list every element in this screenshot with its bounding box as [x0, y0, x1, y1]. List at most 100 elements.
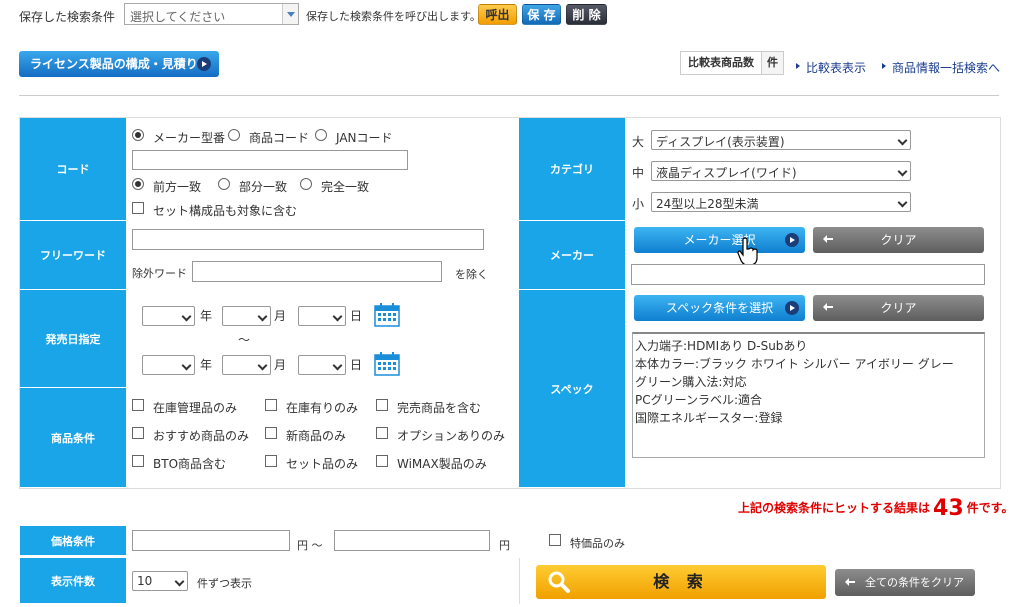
category-mid-select[interactable]: 液晶ディスプレイ(ワイド)	[651, 161, 911, 181]
display-count-suffix: 件ずつ表示	[197, 577, 252, 590]
spec-select-button[interactable]: スペック条件を選択	[634, 295, 805, 321]
code-label: コード	[20, 118, 126, 221]
exclude-word-label: 除外ワード	[132, 267, 187, 280]
price-max-input[interactable]	[334, 530, 490, 551]
call-button[interactable]: 呼出	[478, 4, 517, 25]
category-small-value: 24型以上28型未満	[656, 197, 759, 211]
date-range-tilde: ～	[238, 333, 251, 347]
category-large-select[interactable]: ディスプレイ(表示装置)	[651, 130, 911, 150]
spec-line: グリーン購入法:対応	[635, 375, 747, 389]
spec-conditions-textarea[interactable]: 入力端子:HDMIあり D-Subあり 本体カラー:ブラック ホワイト シルバー…	[632, 332, 985, 458]
radio-product-code-label: 商品コード	[249, 131, 310, 145]
price-unit-from: 円 ～	[297, 539, 323, 552]
condition-label: オプションありのみ	[397, 429, 506, 443]
calendar-icon[interactable]	[374, 303, 400, 327]
search-button[interactable]: 検 索	[536, 565, 826, 599]
category-small-select[interactable]: 24型以上28型未満	[651, 192, 911, 212]
condition-label: おすすめ商品のみ	[153, 429, 250, 443]
divider	[19, 95, 999, 96]
freeword-label: フリーワード	[20, 221, 126, 290]
license-button-label: ライセンス製品の構成・見積り	[30, 57, 198, 71]
condition-label: 完売商品を含む	[397, 401, 482, 415]
exclude-suffix: を除く	[455, 268, 488, 281]
price-label: 価格条件	[20, 526, 126, 556]
hand-cursor-icon	[737, 237, 758, 266]
special-price-checkbox[interactable]	[549, 534, 561, 546]
display-count-select[interactable]: 10	[132, 571, 188, 591]
spec-line: PCグリーンラベル:適合	[635, 393, 763, 407]
from-month-select[interactable]	[222, 306, 271, 326]
compare-count-label: 比較表商品数	[680, 51, 762, 75]
price-min-input[interactable]	[132, 530, 290, 551]
radio-partial-match[interactable]	[218, 178, 230, 190]
radio-exact-match[interactable]	[300, 178, 312, 190]
condition-label: WiMAX製品のみ	[397, 457, 487, 471]
condition-checkbox[interactable]	[132, 427, 144, 439]
exclude-word-input[interactable]	[192, 261, 442, 282]
to-day-unit: 日	[350, 358, 363, 372]
compare-count-unit: 件	[762, 51, 784, 75]
condition-checkbox[interactable]	[376, 399, 388, 411]
clear-all-button[interactable]: 全ての条件をクリア	[835, 569, 975, 596]
set-items-checkbox[interactable]	[132, 202, 144, 214]
delete-button[interactable]: 削 除	[566, 4, 607, 25]
price-unit-to: 円	[499, 539, 510, 552]
spec-clear-button[interactable]: クリア	[813, 295, 984, 321]
chevron-down-icon	[282, 4, 298, 24]
save-button[interactable]: 保 存	[522, 4, 561, 25]
spec-line: 本体カラー:ブラック ホワイト シルバー アイボリー グレー	[635, 357, 954, 371]
code-input[interactable]	[132, 150, 408, 170]
from-day-select[interactable]	[298, 306, 346, 326]
back-arrow-icon	[823, 235, 833, 243]
radio-maker-model[interactable]	[132, 129, 144, 141]
radio-maker-model-label: メーカー型番	[153, 131, 226, 145]
condition-checkbox[interactable]	[132, 455, 144, 467]
compare-table-link[interactable]: 比較表表示	[795, 59, 866, 76]
condition-checkbox[interactable]	[265, 427, 277, 439]
spec-clear-label: クリア	[880, 301, 917, 315]
to-month-select[interactable]	[222, 355, 271, 375]
search-button-label: 検 索	[653, 572, 709, 591]
from-year-unit: 年	[200, 309, 213, 323]
result-suffix: 件です。	[966, 501, 1014, 515]
condition-checkbox[interactable]	[132, 399, 144, 411]
special-price-label: 特価品のみ	[570, 537, 625, 550]
condition-checkbox[interactable]	[265, 399, 277, 411]
freeword-input[interactable]	[132, 229, 484, 250]
saved-conditions-label: 保存した検索条件	[19, 10, 116, 24]
radio-partial-match-label: 部分一致	[239, 180, 288, 194]
bulk-search-link[interactable]: 商品情報一括検索へ	[881, 59, 1000, 76]
category-large-label: 大	[632, 135, 645, 149]
back-arrow-icon	[845, 578, 855, 586]
display-count-label: 表示件数	[20, 558, 126, 604]
maker-clear-button[interactable]: クリア	[813, 227, 984, 253]
condition-checkbox[interactable]	[376, 455, 388, 467]
maker-input[interactable]	[631, 264, 985, 285]
license-configuration-button[interactable]: ライセンス製品の構成・見積り	[19, 51, 219, 77]
clear-all-label: 全ての条件をクリア	[865, 576, 964, 589]
category-small-label: 小	[632, 197, 645, 211]
saved-conditions-select[interactable]: 選択してください	[124, 3, 299, 25]
result-count: 43	[933, 496, 964, 521]
radio-jan-code-label: JANコード	[336, 131, 393, 145]
from-month-unit: 月	[274, 309, 287, 323]
maker-select-button[interactable]: メーカー選択	[634, 227, 805, 253]
radio-prefix-match[interactable]	[132, 178, 144, 190]
condition-checkbox[interactable]	[376, 427, 388, 439]
condition-label: BTO商品含む	[153, 457, 227, 471]
to-day-select[interactable]	[298, 355, 346, 375]
radio-product-code[interactable]	[228, 129, 240, 141]
set-items-label: セット構成品も対象に含む	[153, 204, 298, 218]
condition-label: 在庫管理品のみ	[153, 401, 238, 415]
from-year-select[interactable]	[142, 306, 195, 326]
arrow-right-icon	[197, 57, 211, 71]
back-arrow-icon	[823, 303, 833, 311]
to-month-unit: 月	[274, 358, 287, 372]
radio-jan-code[interactable]	[315, 129, 327, 141]
calendar-icon[interactable]	[374, 352, 400, 376]
radio-prefix-match-label: 前方一致	[153, 180, 202, 194]
condition-checkbox[interactable]	[265, 455, 277, 467]
product-conditions-label: 商品条件	[20, 388, 126, 488]
to-year-select[interactable]	[142, 355, 195, 375]
search-icon	[548, 571, 570, 593]
